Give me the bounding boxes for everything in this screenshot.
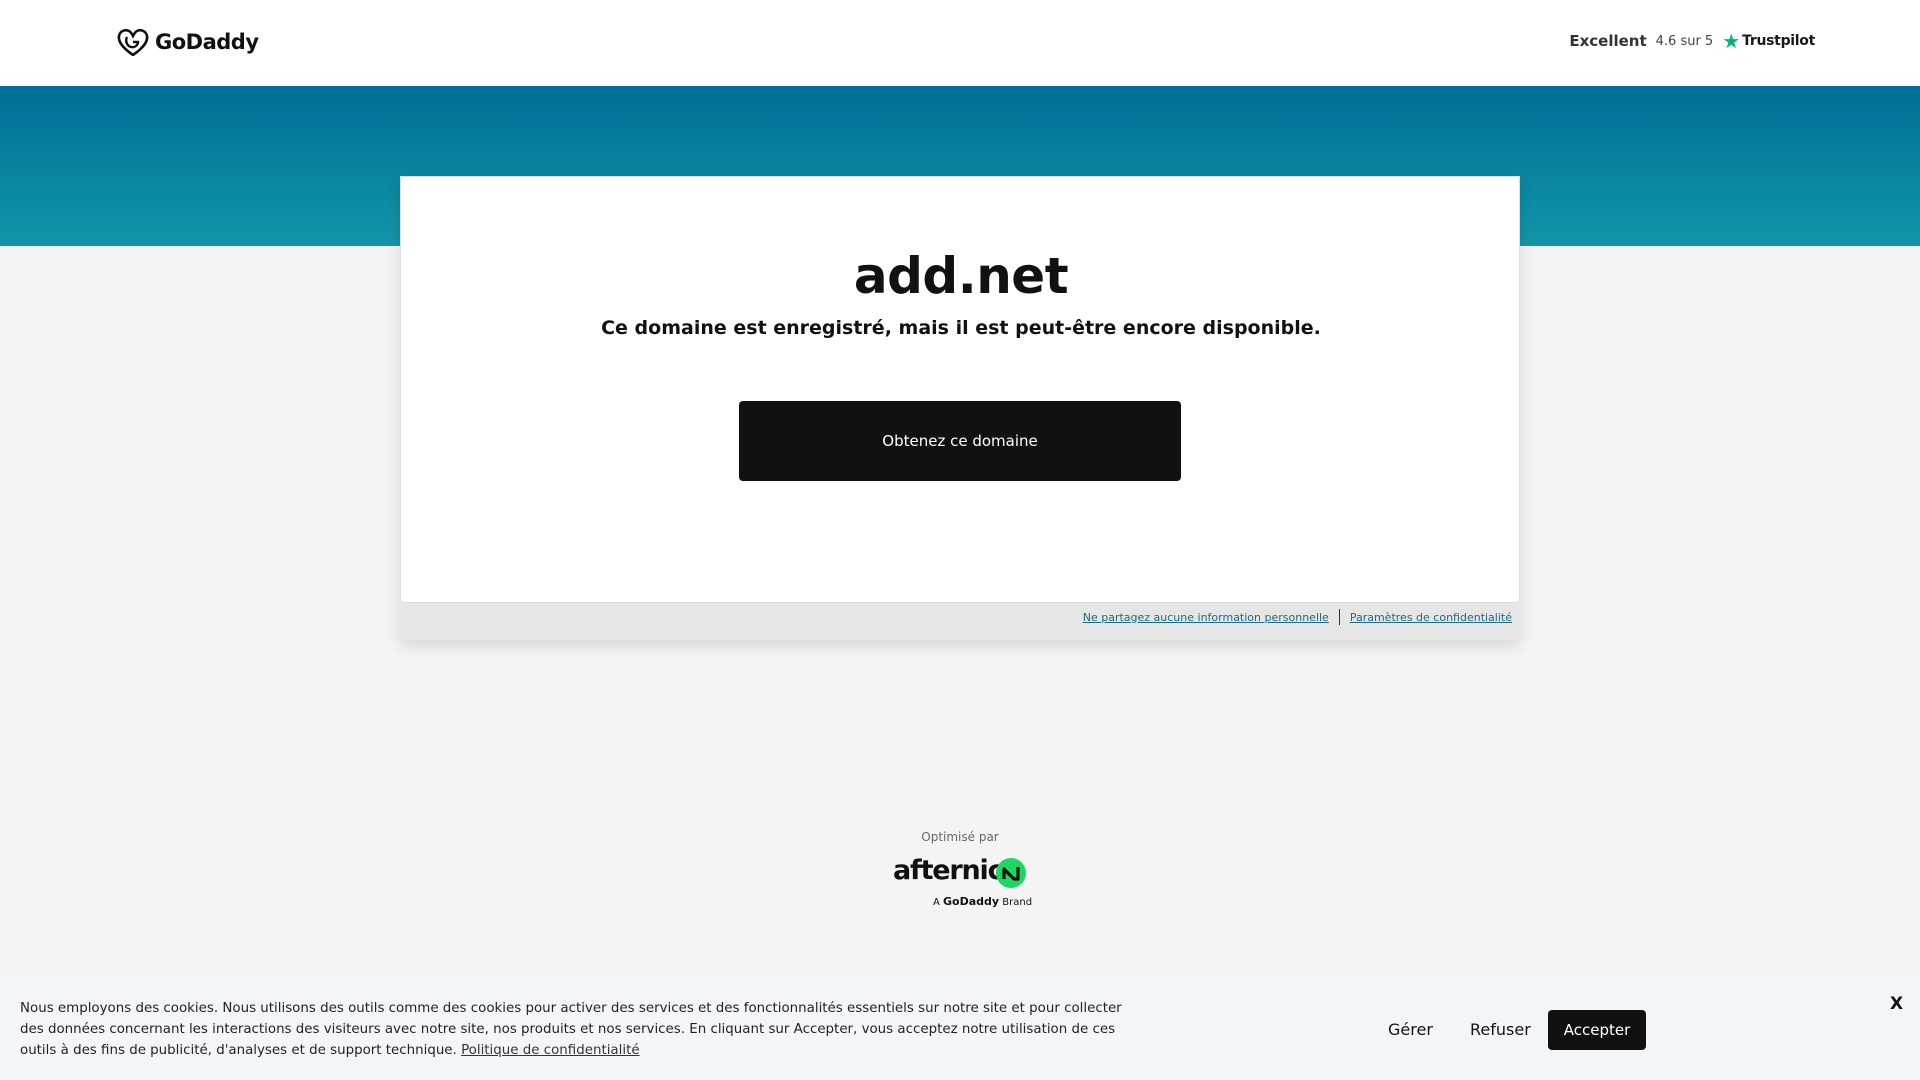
- afternic-logo[interactable]: afternic A GoDaddy Brand: [893, 855, 1033, 915]
- logo-text: GoDaddy: [155, 30, 259, 54]
- trustpilot-label: Excellent: [1569, 32, 1647, 50]
- get-domain-button[interactable]: Obtenez ce domaine: [739, 401, 1181, 481]
- privacy-links: Ne partagez aucune information personnel…: [1083, 609, 1512, 625]
- accept-cookies-button[interactable]: Accepter: [1548, 1010, 1646, 1050]
- no-share-link[interactable]: Ne partagez aucune information personnel…: [1083, 611, 1329, 624]
- tagline-brand: GoDaddy: [943, 895, 1000, 908]
- godaddy-logo[interactable]: GoDaddy: [117, 28, 259, 56]
- cookie-text: Nous employons des cookies. Nous utiliso…: [20, 998, 1140, 1061]
- privacy-policy-link[interactable]: Politique de confidentialité: [461, 1043, 640, 1058]
- privacy-settings-link[interactable]: Paramètres de confidentialité: [1350, 611, 1512, 624]
- refuse-cookies-button[interactable]: Refuser: [1470, 1020, 1531, 1039]
- trustpilot-rating: 4.6 sur 5: [1655, 33, 1714, 49]
- tagline-prefix: A: [933, 897, 940, 908]
- afternic-tagline: A GoDaddy Brand: [933, 895, 1032, 908]
- domain-card: add.net Ce domaine est enregistré, mais …: [400, 176, 1520, 603]
- header: GoDaddy Excellent 4.6 sur 5 ★ Trustpilot: [0, 0, 1920, 86]
- tagline-suffix: Brand: [1002, 897, 1033, 908]
- afternic-arrows-icon: [996, 858, 1026, 888]
- trustpilot-star-icon: ★: [1722, 29, 1741, 53]
- manage-cookies-button[interactable]: Gérer: [1388, 1020, 1433, 1039]
- powered-by-label: Optimisé par: [921, 830, 999, 844]
- close-icon[interactable]: X: [1890, 994, 1903, 1014]
- afternic-wordmark: afternic: [893, 855, 1004, 886]
- godaddy-heart-icon: [117, 28, 149, 56]
- cookie-banner: Nous employons des cookies. Nous utiliso…: [0, 976, 1920, 1080]
- link-divider: [1338, 609, 1340, 625]
- domain-title: add.net: [853, 247, 1069, 305]
- trustpilot-widget[interactable]: Excellent 4.6 sur 5 ★ Trustpilot: [1569, 31, 1815, 51]
- trustpilot-brand: Trustpilot: [1742, 33, 1815, 49]
- domain-subtitle: Ce domaine est enregistré, mais il est p…: [601, 317, 1321, 339]
